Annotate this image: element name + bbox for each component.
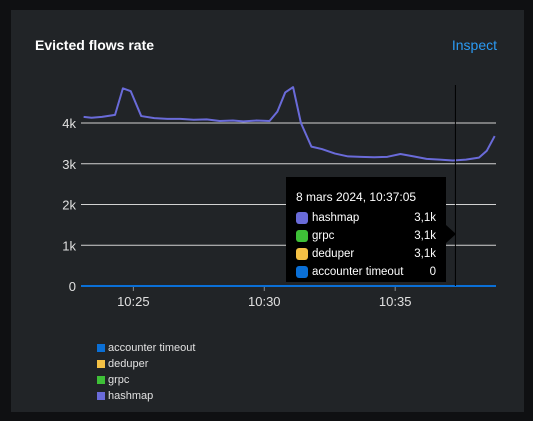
legend-label: hashmap <box>108 390 154 402</box>
tooltip-series-value: 0 <box>429 266 436 278</box>
tooltip-swatch <box>296 248 308 260</box>
y-tick-label: 3k <box>62 157 76 172</box>
legend-swatch <box>97 392 105 400</box>
legend-item-accounter-timeout[interactable]: accounter timeout <box>97 340 195 356</box>
tooltip-series-value: 3,1k <box>414 248 436 260</box>
y-tick-label: 1k <box>62 238 76 253</box>
x-tick-label: 10:25 <box>117 294 150 309</box>
chart-tooltip: 8 mars 2024, 10:37:05 hashmap 3,1k grpc 3,1… <box>286 177 456 282</box>
tooltip-row-hashmap: hashmap 3,1k <box>296 209 436 227</box>
tooltip-swatch <box>296 230 308 242</box>
tooltip-series-value: 3,1k <box>414 230 436 242</box>
legend-label: accounter timeout <box>108 342 196 354</box>
evicted-flows-card: Evicted flows rate Inspect 0 1k 2k 3k 4k 10:2… <box>11 10 524 412</box>
legend-swatch <box>97 376 105 384</box>
x-tick-label: 10:30 <box>248 294 281 309</box>
legend-label: deduper <box>108 358 149 370</box>
legend-label: grpc <box>108 374 130 386</box>
tooltip-series-name: grpc <box>312 230 335 242</box>
y-tick-label: 4k <box>62 116 76 131</box>
tooltip-series-value: 3,1k <box>414 212 436 224</box>
y-tick-label: 0 <box>69 279 76 294</box>
chart-legend: accounter timeout deduper grpc hashmap <box>97 340 195 404</box>
tooltip-series-name: hashmap <box>312 212 360 224</box>
tooltip-series-name: accounter timeout <box>312 266 404 278</box>
legend-swatch <box>97 344 105 352</box>
legend-swatch <box>97 360 105 368</box>
legend-item-hashmap[interactable]: hashmap <box>97 388 195 404</box>
tooltip-swatch <box>296 212 308 224</box>
evicted-flows-chart[interactable]: 0 1k 2k 3k 4k 10:25 10:30 10:35 <box>11 10 524 412</box>
legend-item-grpc[interactable]: grpc <box>97 372 195 388</box>
tooltip-series-name: deduper <box>312 248 355 260</box>
tooltip-title: 8 mars 2024, 10:37:05 <box>296 190 417 204</box>
series-line-hashmap <box>83 86 496 162</box>
tooltip-row-deduper: deduper 3,1k <box>296 245 436 263</box>
tooltip-row-grpc: grpc 3,1k <box>296 227 436 245</box>
legend-item-deduper[interactable]: deduper <box>97 356 195 372</box>
tooltip-row-accounter-timeout: accounter timeout 0 <box>296 263 436 281</box>
y-tick-label: 2k <box>62 198 76 213</box>
tooltip-swatch <box>296 266 308 278</box>
x-tick-label: 10:35 <box>379 294 412 309</box>
